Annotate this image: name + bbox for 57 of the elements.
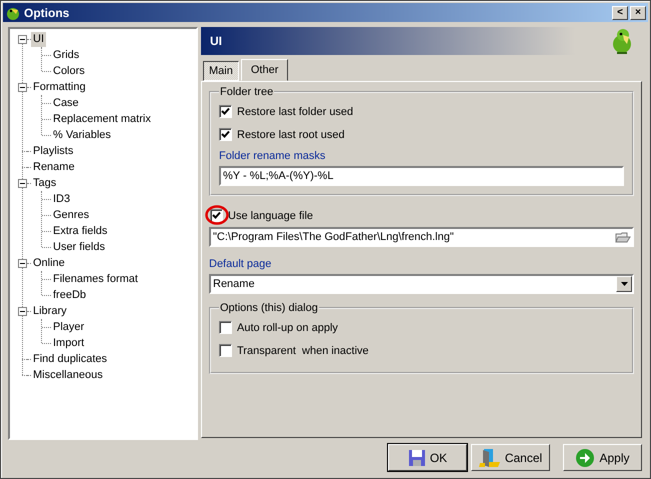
tree-item[interactable]: Genres <box>51 208 92 222</box>
tree-item[interactable]: User fields <box>51 240 107 254</box>
tree-item[interactable]: Find duplicates <box>31 352 109 366</box>
collapse-icon[interactable] <box>18 34 27 44</box>
checkbox[interactable] <box>219 128 232 141</box>
language-file-field[interactable]: "C:\Program Files\The GodFather\Lng\french.lng" <box>209 227 634 247</box>
checkbox-label: Restore last root used <box>237 128 345 140</box>
tree-item[interactable]: ID3 <box>51 192 72 206</box>
title-bar-button[interactable]: × <box>630 6 646 20</box>
checkbox[interactable] <box>219 105 232 118</box>
checkbox-label: Restore last folder used <box>237 106 354 118</box>
door-icon <box>478 448 501 468</box>
dialog-button[interactable]: Cancel <box>471 444 550 471</box>
rename-masks-field[interactable]: %Y - %L;%A-(%Y)-%L <box>219 166 624 186</box>
checkbox[interactable] <box>219 344 232 357</box>
group-title: Options (this) dialog <box>219 302 319 314</box>
dropdown-arrow-icon[interactable] <box>620 282 628 286</box>
tree-item[interactable]: Tags <box>31 176 58 190</box>
tab[interactable]: Other <box>240 59 288 81</box>
tree-item[interactable]: Extra fields <box>51 224 110 238</box>
tree-item[interactable]: freeDb <box>51 288 88 302</box>
tree-item[interactable]: % Variables <box>51 128 113 142</box>
field-label: Folder rename masks <box>219 150 326 164</box>
field-label: Default page <box>209 258 272 272</box>
tree-item[interactable]: UI <box>31 32 46 46</box>
checkbox-label: Transparent when inactive <box>237 344 369 356</box>
tree-item[interactable]: Miscellaneous <box>31 368 105 382</box>
tree-item[interactable]: Case <box>51 96 81 110</box>
tree-item[interactable]: Player <box>51 320 86 334</box>
checkbox-label: Use language file <box>228 210 314 222</box>
checkbox[interactable] <box>219 321 232 334</box>
collapse-icon[interactable] <box>18 306 27 316</box>
tree-item[interactable]: Library <box>31 304 69 318</box>
arrow-right-icon <box>575 448 596 468</box>
tree-item[interactable]: Replacement matrix <box>51 112 153 126</box>
tree-item[interactable]: Grids <box>51 48 82 62</box>
tree-item[interactable]: Online <box>31 256 67 270</box>
title-bar-button[interactable]: < <box>612 6 628 20</box>
tree-item[interactable]: Rename <box>31 160 77 174</box>
tree-item[interactable]: Playlists <box>31 144 76 158</box>
file-path: "C:\Program Files\The GodFather\Lng\french.lng" <box>213 231 454 243</box>
tab[interactable]: Main <box>203 61 239 81</box>
dialog-button[interactable]: Apply <box>563 444 642 471</box>
tree-item[interactable]: Import <box>51 336 86 350</box>
default-page-dropdown[interactable]: Rename <box>209 274 634 294</box>
tree-item[interactable]: Formatting <box>31 80 88 94</box>
checkbox[interactable] <box>210 209 223 222</box>
window-title: Options <box>24 6 70 20</box>
group-title: Folder tree <box>219 86 274 98</box>
collapse-icon[interactable] <box>18 178 27 188</box>
tree-item[interactable]: Colors <box>51 64 87 78</box>
collapse-icon[interactable] <box>18 258 27 268</box>
tree-item[interactable]: Filenames format <box>51 272 140 286</box>
dialog-button[interactable]: OK <box>388 444 467 471</box>
checkbox-label: Auto roll-up on apply <box>237 322 338 334</box>
collapse-icon[interactable] <box>18 82 27 92</box>
section-title: UI <box>210 34 222 48</box>
